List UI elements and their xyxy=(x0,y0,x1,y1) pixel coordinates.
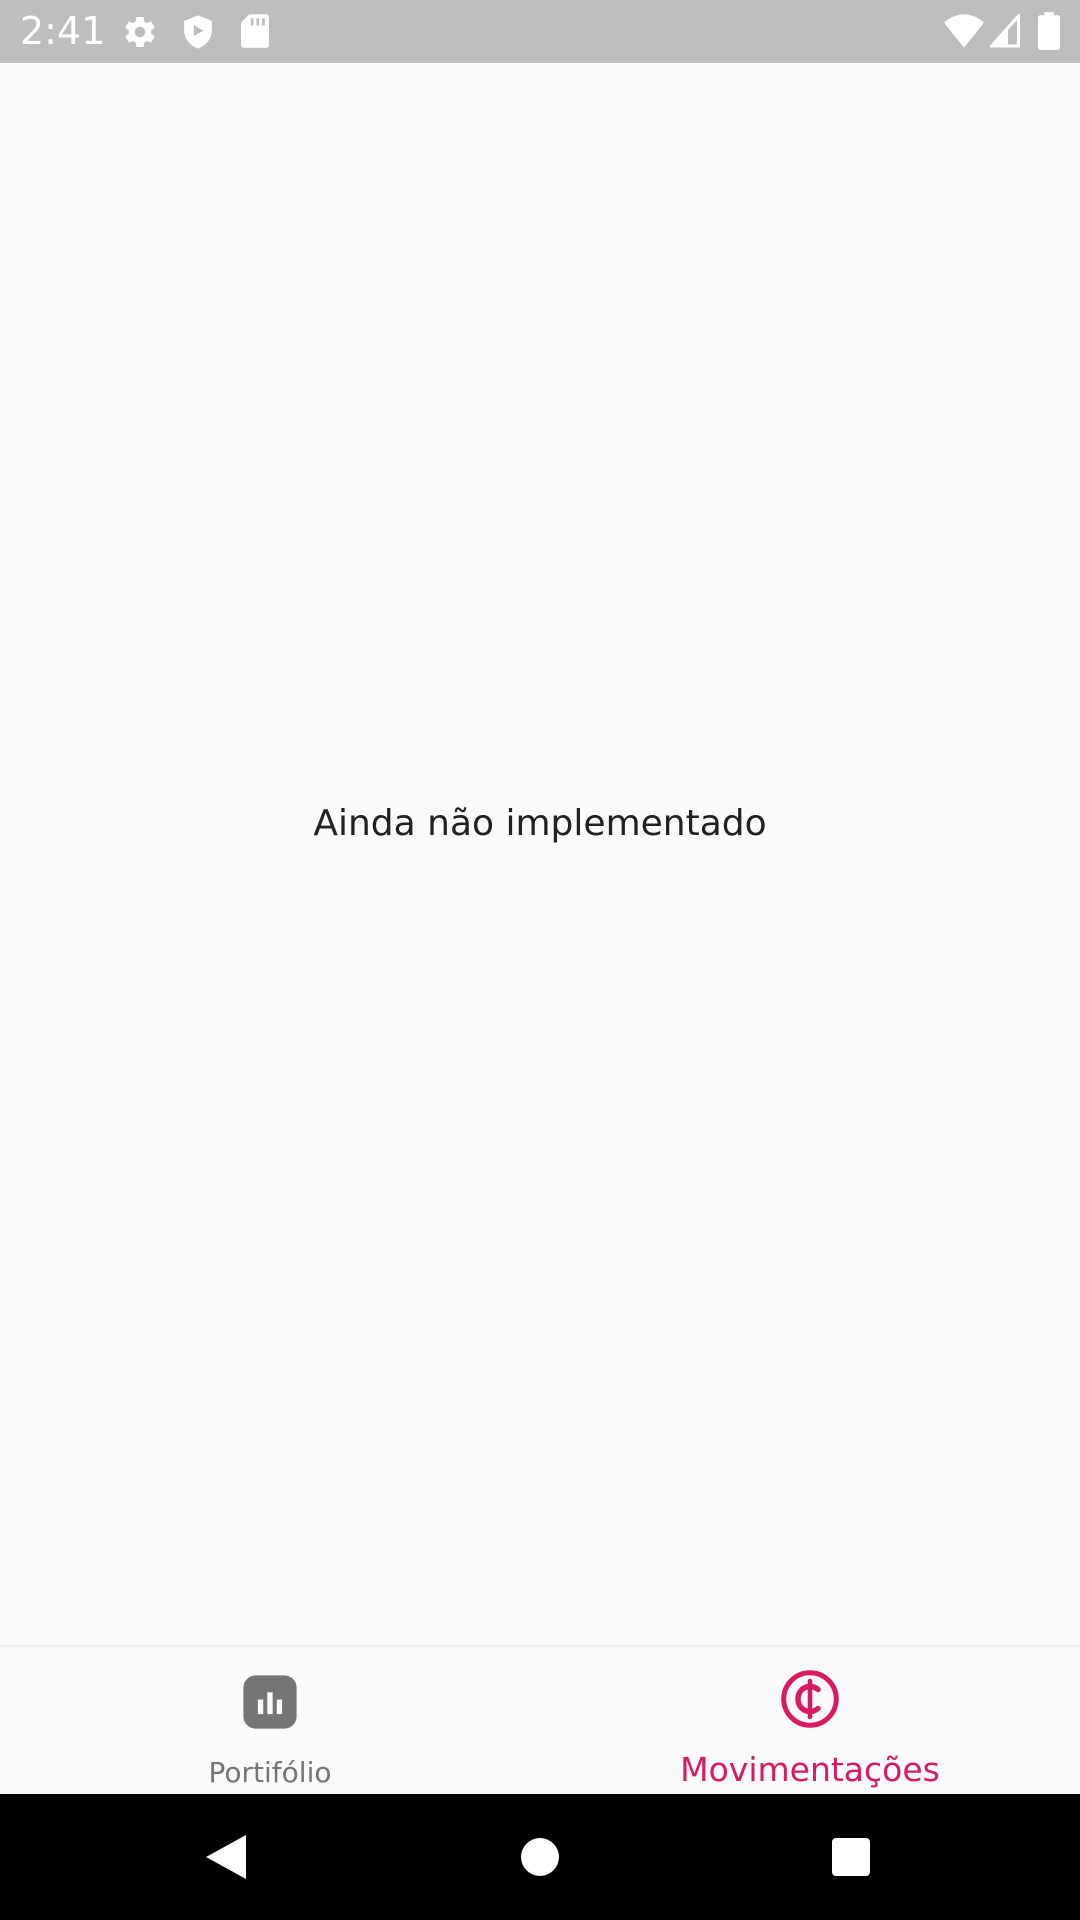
recents-button[interactable] xyxy=(806,1794,896,1920)
status-bar: 2:41 xyxy=(0,0,1080,63)
bar-chart-icon xyxy=(241,1673,299,1735)
battery-icon xyxy=(1038,12,1060,54)
bottom-navigation: Portifólio Movimentações xyxy=(0,1645,1080,1794)
nav-label-portfolio: Portifólio xyxy=(208,1756,332,1789)
nav-item-movements[interactable]: Movimentações xyxy=(540,1647,1080,1794)
settings-icon xyxy=(122,14,158,54)
nav-item-portfolio[interactable]: Portifólio xyxy=(0,1647,540,1794)
system-navigation-bar xyxy=(0,1794,1080,1920)
sd-card-icon xyxy=(241,14,269,52)
wifi-icon xyxy=(944,14,984,52)
shield-icon xyxy=(181,14,215,54)
back-button[interactable] xyxy=(180,1794,270,1920)
status-time: 2:41 xyxy=(20,9,106,53)
currency-cedi-icon xyxy=(780,1669,840,1733)
cell-signal-icon xyxy=(988,12,1020,52)
nav-label-movements: Movimentações xyxy=(680,1750,940,1789)
not-implemented-message: Ainda não implementado xyxy=(313,803,767,844)
main-content: Ainda não implementado xyxy=(0,63,1080,1645)
home-button[interactable] xyxy=(495,1794,585,1920)
